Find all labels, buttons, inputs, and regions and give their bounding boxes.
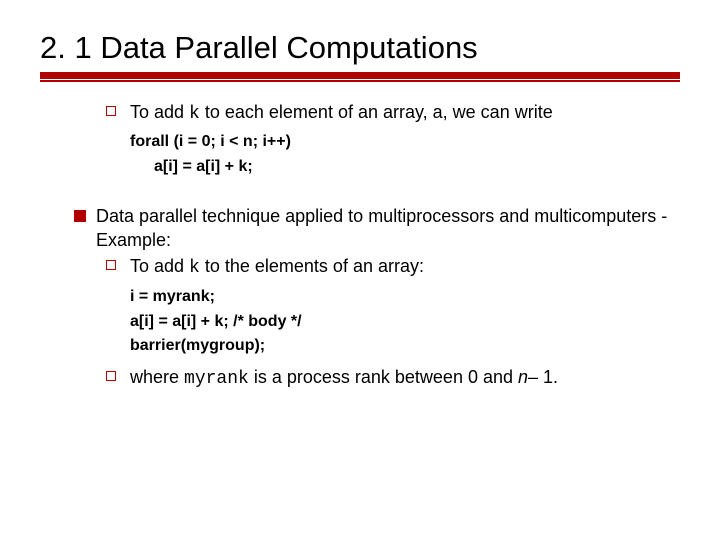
code2-line1: i = myrank; — [130, 285, 680, 310]
bullet-item-2-sub: To add k to the elements of an array: — [96, 254, 680, 280]
code1-line1: forall (i = 0; i < n; i++) — [130, 130, 680, 155]
item1-prefix: To add — [130, 102, 189, 122]
item2-text: Data parallel technique applied to multi… — [96, 206, 667, 250]
hollow-square-icon — [106, 371, 116, 381]
item3-myrank: myrank — [184, 369, 249, 389]
item3-suffix: – 1. — [528, 367, 558, 387]
item3-mid: is a process rank between 0 and — [249, 367, 518, 387]
code-block-1: forall (i = 0; i < n; i++) a[i] = a[i] +… — [40, 130, 680, 180]
code-block-2: i = myrank; a[i] = a[i] + k; /* body */ … — [40, 285, 680, 359]
item1-k: k — [189, 104, 200, 124]
code2-line2: a[i] = a[i] + k; /* body */ — [130, 310, 680, 335]
slide: 2. 1 Data Parallel Computations To add k… — [0, 0, 720, 415]
bullet-item-3: where myrank is a process rank between 0… — [40, 365, 680, 391]
title-rule-thin — [40, 80, 680, 82]
code2-line3: barrier(mygroup); — [130, 334, 680, 359]
item1-suffix: to each element of an array, a, we can w… — [200, 102, 553, 122]
title-rule-thick — [40, 72, 680, 79]
item2sub-suffix: to the elements of an array: — [200, 256, 424, 276]
item2sub-prefix: To add — [130, 256, 189, 276]
slide-title: 2. 1 Data Parallel Computations — [40, 30, 680, 66]
hollow-square-icon — [106, 260, 116, 270]
code1-line2: a[i] = a[i] + k; — [130, 155, 253, 180]
solid-square-icon — [74, 210, 86, 222]
bullet-item-2: Data parallel technique applied to multi… — [40, 204, 680, 281]
slide-content: To add k to each element of an array, a,… — [40, 100, 680, 391]
bullet-item-1: To add k to each element of an array, a,… — [40, 100, 680, 126]
item2sub-k: k — [189, 258, 200, 278]
item3-prefix: where — [130, 367, 184, 387]
hollow-square-icon — [106, 106, 116, 116]
item3-n: n — [518, 367, 528, 387]
